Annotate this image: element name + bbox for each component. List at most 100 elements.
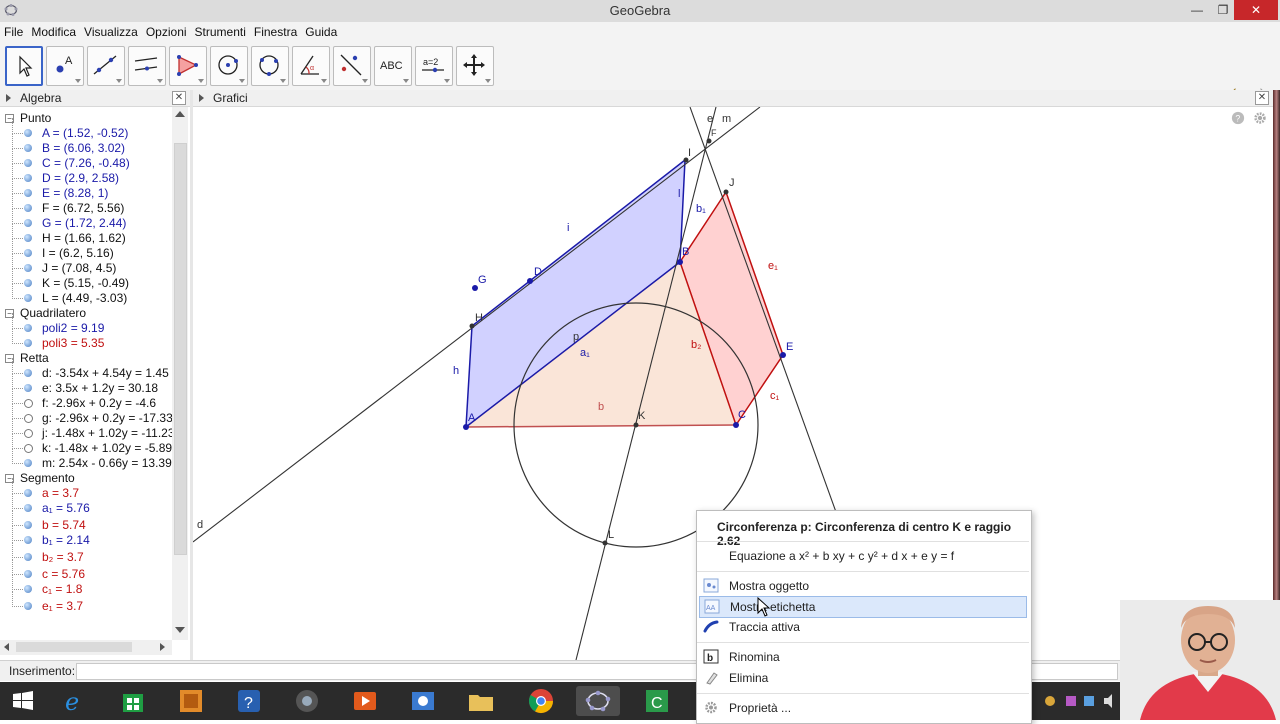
windows-start-icon[interactable] xyxy=(8,686,38,716)
point-K[interactable] xyxy=(633,422,639,428)
scroll-thumb[interactable] xyxy=(174,143,187,555)
algebra-item[interactable]: d: -3.54x + 4.54y = 1.45 xyxy=(0,358,172,381)
algebra-group[interactable]: − Punto xyxy=(0,111,172,126)
menu-strumenti[interactable]: Strumenti xyxy=(191,22,250,39)
video-player-icon[interactable] xyxy=(350,686,380,716)
visibility-toggle-icon[interactable] xyxy=(24,429,33,438)
algebra-item[interactable]: A = (1.52, -0.52) xyxy=(0,118,172,141)
point-H[interactable] xyxy=(469,323,475,329)
point-L[interactable] xyxy=(602,540,608,546)
algebra-group[interactable]: − Quadrilatero xyxy=(0,306,172,321)
menu-finestra[interactable]: Finestra xyxy=(250,22,301,39)
menu-item-equation[interactable]: Equazione a x² + b xy + c y² + d x + e y… xyxy=(699,546,1027,566)
point-tool-button[interactable]: A xyxy=(46,46,84,86)
close-algebra-button[interactable]: ✕ xyxy=(172,91,186,105)
visibility-toggle-icon[interactable] xyxy=(24,585,32,593)
polygon-tool-button[interactable] xyxy=(169,46,207,86)
system-tray[interactable] xyxy=(1040,686,1124,716)
algebra-item[interactable]: f: -2.96x + 0.2y = -4.6 xyxy=(0,388,172,411)
menu-item-show-label[interactable]: AA Mostra etichetta xyxy=(699,596,1027,618)
visibility-toggle-icon[interactable] xyxy=(24,249,32,257)
visibility-toggle-icon[interactable] xyxy=(24,264,32,272)
point-C[interactable] xyxy=(733,422,739,428)
point-B[interactable] xyxy=(677,259,683,265)
algebra-item[interactable]: m: 2.54x - 0.66y = 13.39 xyxy=(0,448,172,471)
visibility-toggle-icon[interactable] xyxy=(24,553,32,561)
visibility-toggle-icon[interactable] xyxy=(24,399,33,408)
store-icon[interactable] xyxy=(118,686,148,716)
recorder-icon[interactable] xyxy=(408,686,438,716)
algebra-item[interactable]: b₂ = 3.7 xyxy=(0,542,172,565)
algebra-group[interactable]: − Retta xyxy=(0,351,172,366)
visibility-toggle-icon[interactable] xyxy=(24,384,32,392)
visibility-toggle-icon[interactable] xyxy=(24,234,32,242)
algebra-item[interactable]: e₁ = 3.7 xyxy=(0,591,172,614)
menu-modifica[interactable]: Modifica xyxy=(27,22,80,39)
algebra-item[interactable]: E = (8.28, 1) xyxy=(0,178,172,201)
algebra-item[interactable]: b₁ = 2.14 xyxy=(0,525,172,548)
chrome-icon[interactable] xyxy=(526,686,556,716)
menu-item-trace[interactable]: Traccia attiva xyxy=(699,617,1027,637)
line-tool-button[interactable] xyxy=(87,46,125,86)
close-icon[interactable]: ✕ xyxy=(1234,0,1278,20)
scroll-down-icon[interactable] xyxy=(175,627,185,633)
circle-three-points-tool-button[interactable] xyxy=(251,46,289,86)
menu-item-delete[interactable]: Elimina xyxy=(699,668,1027,688)
menu-file[interactable]: File xyxy=(0,22,27,39)
camtasia-icon[interactable]: C xyxy=(642,686,672,716)
visibility-toggle-icon[interactable] xyxy=(24,129,32,137)
visibility-toggle-icon[interactable] xyxy=(24,459,32,467)
media-icon[interactable] xyxy=(292,686,322,716)
close-graphics-button[interactable]: ✕ xyxy=(1255,91,1269,105)
collapse-arrow-icon[interactable] xyxy=(199,94,204,102)
algebra-hscrollbar[interactable] xyxy=(0,640,172,655)
scroll-up-icon[interactable] xyxy=(175,111,185,117)
algebra-item[interactable]: b = 5.74 xyxy=(0,510,172,533)
algebra-item[interactable]: e: 3.5x + 1.2y = 30.18 xyxy=(0,373,172,396)
point-F[interactable] xyxy=(706,138,712,144)
menu-visualizza[interactable]: Visualizza xyxy=(80,22,142,39)
visibility-toggle-icon[interactable] xyxy=(24,521,32,529)
menu-opzioni[interactable]: Opzioni xyxy=(142,22,191,39)
visibility-toggle-icon[interactable] xyxy=(24,294,32,302)
file-explorer-icon[interactable] xyxy=(466,686,496,716)
menu-item-properties[interactable]: Proprietà ... xyxy=(699,698,1027,718)
help-app-icon[interactable]: ? xyxy=(234,686,264,716)
visibility-toggle-icon[interactable] xyxy=(24,174,32,182)
algebra-item[interactable]: I = (6.2, 5.16) xyxy=(0,238,172,261)
algebra-item[interactable]: H = (1.66, 1.62) xyxy=(0,223,172,246)
visibility-toggle-icon[interactable] xyxy=(24,504,32,512)
point-A[interactable] xyxy=(463,424,469,430)
algebra-item[interactable]: J = (7.08, 4.5) xyxy=(0,253,172,276)
algebra-item[interactable]: g: -2.96x + 0.2y = -17.33 xyxy=(0,403,172,426)
algebra-item[interactable]: j: -1.48x + 1.02y = -11.23 xyxy=(0,418,172,441)
algebra-item[interactable]: G = (1.72, 2.44) xyxy=(0,208,172,231)
algebra-item[interactable]: c = 5.76 xyxy=(0,559,172,582)
app-grid-icon[interactable] xyxy=(176,686,206,716)
visibility-toggle-icon[interactable] xyxy=(24,324,32,332)
hscroll-thumb[interactable] xyxy=(16,642,132,652)
algebra-item[interactable]: L = (4.49, -3.03) xyxy=(0,283,172,306)
menu-item-rename[interactable]: b Rinomina xyxy=(699,647,1027,667)
algebra-item[interactable]: a = 3.7 xyxy=(0,478,172,501)
visibility-toggle-icon[interactable] xyxy=(24,444,33,453)
algebra-item[interactable]: B = (6.06, 3.02) xyxy=(0,133,172,156)
reflect-tool-button[interactable] xyxy=(333,46,371,86)
algebra-item[interactable]: a₁ = 5.76 xyxy=(0,493,172,516)
point-D[interactable] xyxy=(527,278,533,284)
menu-item-show-object[interactable]: Mostra oggetto xyxy=(699,576,1027,596)
algebra-item[interactable]: poli3 = 5.35 xyxy=(0,328,172,351)
visibility-toggle-icon[interactable] xyxy=(24,369,32,377)
point-J[interactable] xyxy=(723,189,729,195)
algebra-group[interactable]: − Segmento xyxy=(0,471,172,486)
scroll-right-icon[interactable] xyxy=(160,643,165,651)
parallel-line-tool-button[interactable] xyxy=(128,46,166,86)
visibility-toggle-icon[interactable] xyxy=(24,219,32,227)
collapse-arrow-icon[interactable] xyxy=(6,94,11,102)
geogebra-taskbar-button[interactable] xyxy=(576,686,620,716)
algebra-scrollbar[interactable] xyxy=(172,107,188,640)
visibility-toggle-icon[interactable] xyxy=(24,159,32,167)
move-graphics-tool-button[interactable] xyxy=(456,46,494,86)
slider-tool-button[interactable]: a=2 xyxy=(415,46,453,86)
algebra-item[interactable]: poli2 = 9.19 xyxy=(0,313,172,336)
